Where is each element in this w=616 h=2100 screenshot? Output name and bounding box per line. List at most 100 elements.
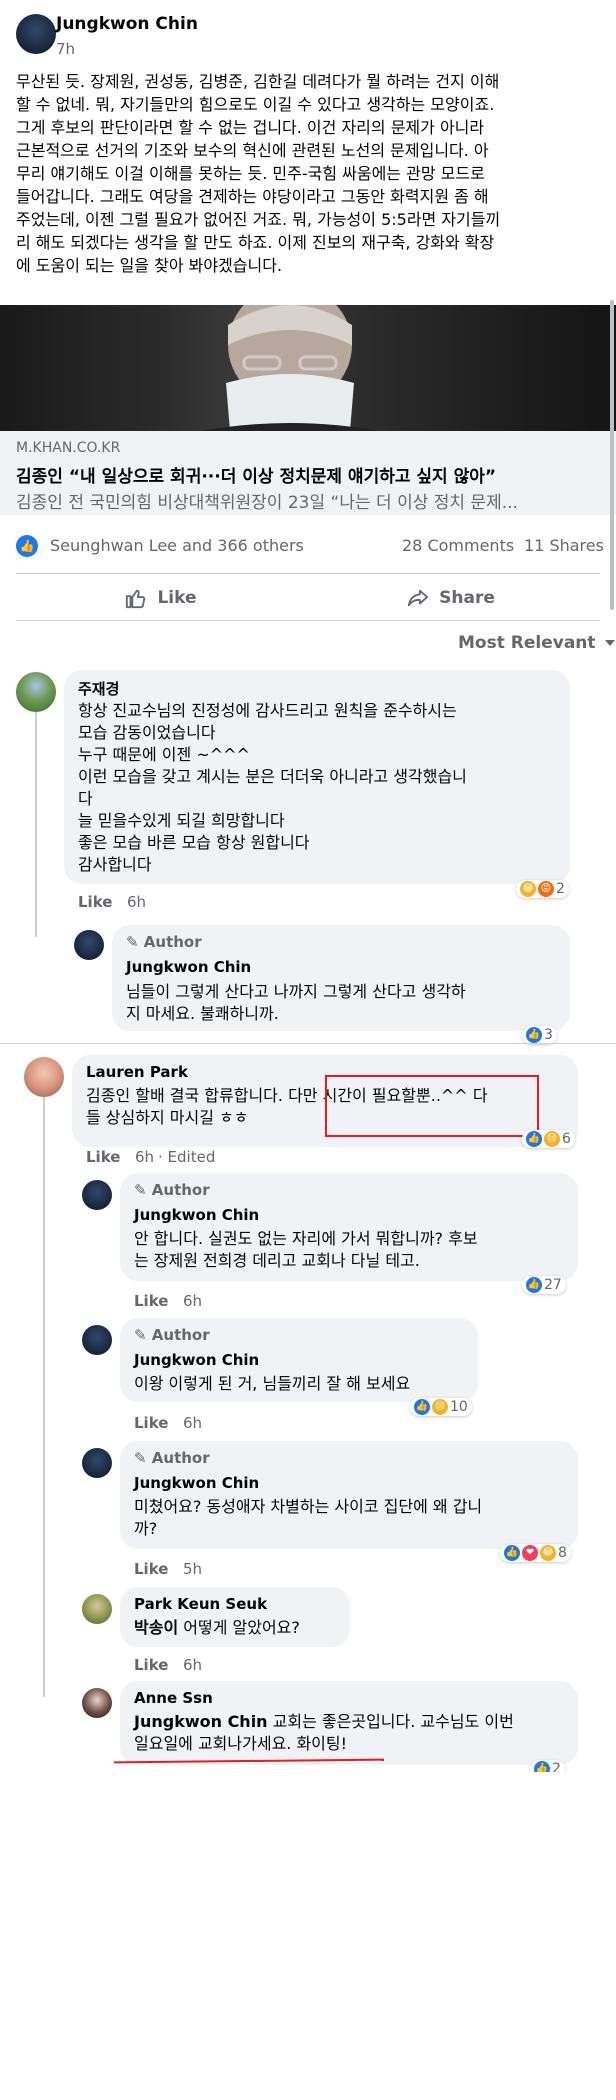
comment-reactions[interactable]: 😂 😡 2 xyxy=(516,880,569,898)
comment-line: 모습 감동이었습니다 xyxy=(78,723,216,742)
comments-count[interactable]: 28 Comments xyxy=(402,536,514,555)
comment-like-button[interactable]: Like xyxy=(134,1292,168,1310)
comment-reactions[interactable]: 👍 27 xyxy=(522,1276,566,1294)
scrollbar[interactable] xyxy=(610,300,614,610)
love-icon: ❤ xyxy=(522,1545,538,1561)
comment-text: 안 합니다. 실권도 없는 자리에 가서 뭐합니까? 후보 는 장제원 전희경 … xyxy=(134,1228,574,1272)
comment-age[interactable]: 6h xyxy=(183,1656,202,1674)
share-arrow-icon xyxy=(408,589,429,607)
link-title[interactable]: 김종인 “내 일상으로 회귀···더 이상 정치문제 얘기하고 싶지 않아” xyxy=(16,462,606,487)
post-text-line: 무산된 듯. 장제원, 권성동, 김병준, 김한길 데려다가 뭘 하려는 건지 … xyxy=(16,72,500,91)
post-author-avatar[interactable] xyxy=(16,14,56,54)
comment-edited[interactable]: · Edited xyxy=(158,1148,215,1166)
post-text-line: 들어갑니다. 그래도 여당을 견제하는 야당이라고 그동안 화력지원 좀 해 xyxy=(16,187,489,206)
comment-like-button[interactable]: Like xyxy=(134,1414,168,1432)
portrait-photo xyxy=(200,305,380,431)
post-text-line: 무리 얘기해도 이걸 이해를 못하는 듯. 민주-국힘 싸움에는 관망 모드로 xyxy=(16,164,485,183)
post-text-line: 그게 후보의 판단이라면 할 수 없는 겁니다. 이건 자리의 문제가 아니라 xyxy=(16,118,485,137)
comment-line: 이런 모습을 갖고 계시는 분은 더더욱 아니라고 생각했습니 xyxy=(78,767,467,786)
comment-text: 항상 진교수님의 진정성에 감사드리고 원칙을 준수하시는 모습 감동이었습니다… xyxy=(78,700,568,876)
post-text-line: 주었는데, 이젠 그럴 필요가 없어진 거죠. 뭐, 가능성이 5:5라면 자기… xyxy=(16,210,501,229)
sort-label: Most Relevant xyxy=(458,633,596,653)
comment-age[interactable]: 6h xyxy=(183,1292,202,1310)
post-text-line: 근본적으로 선거의 기조와 보수의 혁신에 관련된 노선의 문제입니다. 아 xyxy=(16,141,489,160)
red-highlight-box xyxy=(325,1075,539,1137)
comment-fragment: 김종인 할배 결국 합류합니다. xyxy=(86,1086,283,1105)
comment-reactions[interactable]: 👍 ❤ 😂 8 xyxy=(500,1544,571,1562)
comment-age[interactable]: 5h xyxy=(183,1560,202,1578)
sad-icon: 😢 xyxy=(544,1131,560,1147)
commenter-name[interactable]: Jungkwon Chin xyxy=(134,1206,259,1224)
thread-line xyxy=(35,712,37,937)
thumbs-up-icon xyxy=(126,589,146,609)
post-text-line: 할 수 없네. 뭐, 자기들만의 힘으로도 이길 수 있다고 생각하는 모양이죠… xyxy=(16,95,495,114)
commenter-name[interactable]: Lauren Park xyxy=(86,1063,188,1081)
reaction-count: 6 xyxy=(562,1131,571,1147)
commenter-name[interactable]: Park Keun Seuk xyxy=(134,1595,267,1613)
like-icon: 👍 xyxy=(526,1277,542,1293)
comment-like-button[interactable]: Like xyxy=(134,1656,168,1674)
comment-line: 까? xyxy=(134,1519,158,1538)
comment-reactions[interactable]: 👍 😢 6 xyxy=(522,1130,575,1148)
share-button[interactable]: Share xyxy=(306,580,596,616)
underlined-line: 일요일에 교회나가세요. 화이팅! xyxy=(134,1734,348,1753)
commenter-avatar[interactable] xyxy=(82,1594,112,1624)
sad-icon: 😢 xyxy=(432,1399,448,1415)
comment-like-button[interactable]: Like xyxy=(78,893,112,911)
comment-line: 님들이 그렇게 산다고 나까지 그렇게 산다고 생각하 xyxy=(126,982,466,1001)
divider xyxy=(16,620,600,621)
commenter-avatar[interactable] xyxy=(82,1325,112,1355)
reaction-count: 2 xyxy=(556,881,565,897)
haha-icon: 😂 xyxy=(520,881,536,897)
post-author-name[interactable]: Jungkwon Chin xyxy=(56,14,198,34)
commenter-avatar[interactable] xyxy=(82,1180,112,1210)
comment-fragment: 교회는 좋은곳입니다. 교수님도 이번 xyxy=(267,1712,514,1731)
commenter-avatar[interactable] xyxy=(74,930,104,960)
comment-line: 미쳤어요? 동성애자 차별하는 사이코 집단에 왜 갑니 xyxy=(134,1497,483,1516)
comment-like-button[interactable]: Like xyxy=(86,1148,120,1166)
shares-count[interactable]: 11 Shares xyxy=(524,536,604,555)
post-time[interactable]: 7h xyxy=(56,40,75,58)
comment-line: 감사합니다 xyxy=(78,855,152,874)
commenter-name[interactable]: Jungkwon Chin xyxy=(126,958,251,976)
blank-area xyxy=(0,1772,616,2100)
comment-age[interactable]: 6h xyxy=(183,1414,202,1432)
comment-line: 늘 믿을수있게 되길 희망합니다 xyxy=(78,811,285,830)
commenter-avatar[interactable] xyxy=(82,1688,112,1718)
post-text: 무산된 듯. 장제원, 권성동, 김병준, 김한길 데려다가 뭘 하려는 건지 … xyxy=(16,70,606,277)
mention-tag[interactable]: 박송이 xyxy=(134,1618,178,1637)
like-icon: 👍 xyxy=(414,1399,430,1415)
like-button[interactable]: Like xyxy=(16,580,306,616)
comment-line: 안 합니다. 실권도 없는 자리에 가서 뭐합니까? 후보 xyxy=(134,1229,478,1248)
comment-fragment: 어떻게 알았어요? xyxy=(178,1618,300,1637)
comment-text: 님들이 그렇게 산다고 나까지 그렇게 산다고 생각하 지 마세요. 불쾌하니까… xyxy=(126,981,566,1025)
mention-tag[interactable]: Jungkwon Chin xyxy=(134,1712,268,1731)
reactions-summary[interactable]: Seunghwan Lee and 366 others xyxy=(50,536,304,555)
link-preview-image[interactable] xyxy=(0,305,616,431)
comment-age[interactable]: 6h xyxy=(135,1148,154,1166)
comment-reactions[interactable]: 👍 3 xyxy=(522,1026,557,1044)
commenter-name[interactable]: Jungkwon Chin xyxy=(134,1474,259,1492)
thread-line xyxy=(43,1097,45,1697)
like-icon: 👍 xyxy=(526,1027,542,1043)
commenter-avatar[interactable] xyxy=(16,672,56,712)
comment-reactions[interactable]: 👍 😢 10 xyxy=(410,1398,472,1416)
commenter-name[interactable]: Anne Ssn xyxy=(134,1689,213,1707)
sort-dropdown[interactable]: Most Relevant xyxy=(458,633,616,653)
like-reaction-icon[interactable]: 👍 xyxy=(16,535,38,557)
comment-age[interactable]: 6h xyxy=(127,893,146,911)
commenter-avatar[interactable] xyxy=(24,1057,64,1097)
post-text-line: 리 해도 되겠다는 생각을 할 만도 하죠. 이제 진보의 재구축, 강화와 확… xyxy=(16,233,495,252)
commenter-name[interactable]: Jungkwon Chin xyxy=(134,1351,259,1369)
commenter-avatar[interactable] xyxy=(82,1448,112,1478)
reaction-count: 10 xyxy=(450,1399,468,1415)
comment-line: 다 xyxy=(78,789,93,808)
comment-line: 항상 진교수님의 진정성에 감사드리고 원칙을 준수하시는 xyxy=(78,701,457,720)
post-text-line: 에 도움이 되는 일을 찾아 봐야겠습니다. xyxy=(16,256,283,275)
edited-label: Edited xyxy=(167,1148,216,1166)
comment-line: Jungkwon Chin 교회는 좋은곳입니다. 교수님도 이번 xyxy=(134,1711,574,1733)
like-icon: 👍 xyxy=(526,1131,542,1147)
comment-like-button[interactable]: Like xyxy=(134,1560,168,1578)
pencil-icon: ✎ xyxy=(126,933,144,951)
commenter-name[interactable]: 주재경 xyxy=(78,678,119,699)
